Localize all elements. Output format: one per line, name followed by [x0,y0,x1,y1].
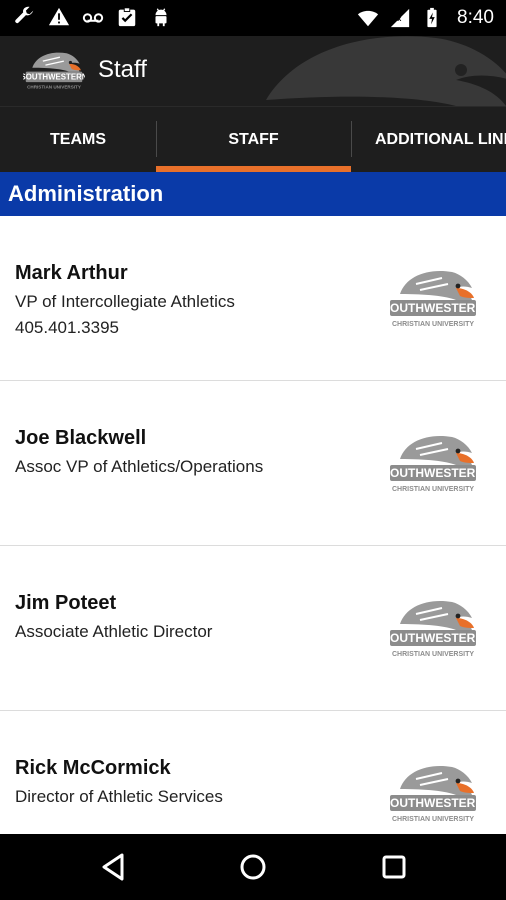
wifi-icon [357,10,379,27]
app-bar: Staff [0,36,506,106]
section-header: Administration [0,172,506,216]
page-title: Staff [98,56,147,83]
warning-icon [48,7,70,26]
staff-name: Jim Poteet [15,592,117,614]
staff-name: Joe Blackwell [15,427,147,449]
staff-title: Director of Athletic Services [15,787,223,806]
staff-phone[interactable]: 405.401.3395 [15,318,119,338]
staff-photo-placeholder-logo [386,594,480,664]
clipboard-check-icon [118,7,136,27]
tab-additional-links[interactable]: ADDITIONAL LINKS [351,107,506,172]
staff-name: Rick McCormick [15,757,171,779]
tab-bar: TEAMS STAFF ADDITIONAL LINKS [0,106,506,172]
recents-icon[interactable] [377,850,411,884]
staff-photo-placeholder-logo [386,429,480,499]
staff-row[interactable]: Joe Blackwell Assoc VP of Athletics/Oper… [0,381,506,546]
home-icon[interactable] [236,850,270,884]
staff-list: Mark Arthur VP of Intercollegiate Athlet… [0,216,506,834]
battery-icon [427,7,437,28]
wrench-icon [15,6,34,24]
header-background-eagle [266,36,506,106]
status-bar: x 8:40 [0,0,506,36]
tab-staff[interactable]: STAFF [156,107,351,172]
staff-row[interactable]: Jim Poteet Associate Athletic Director [0,546,506,711]
voicemail-icon [82,13,104,23]
back-icon[interactable] [97,850,131,884]
staff-name: Mark Arthur [15,262,128,284]
staff-title: Assoc VP of Athletics/Operations [15,457,264,476]
android-icon [155,8,167,27]
app-logo-icon[interactable] [22,48,86,94]
tab-teams[interactable]: TEAMS [0,107,156,172]
staff-row[interactable]: Mark Arthur VP of Intercollegiate Athlet… [0,216,506,381]
staff-photo-placeholder-logo [386,759,480,829]
staff-row[interactable]: Rick McCormick Director of Athletic Serv… [0,711,506,834]
system-nav-bar [0,834,506,900]
signal-icon: x [390,8,410,28]
staff-photo-placeholder-logo [386,264,480,334]
staff-title: Associate Athletic Director [15,622,213,641]
staff-title: VP of Intercollegiate Athletics [15,292,235,311]
status-time: 8:40 [457,7,494,28]
